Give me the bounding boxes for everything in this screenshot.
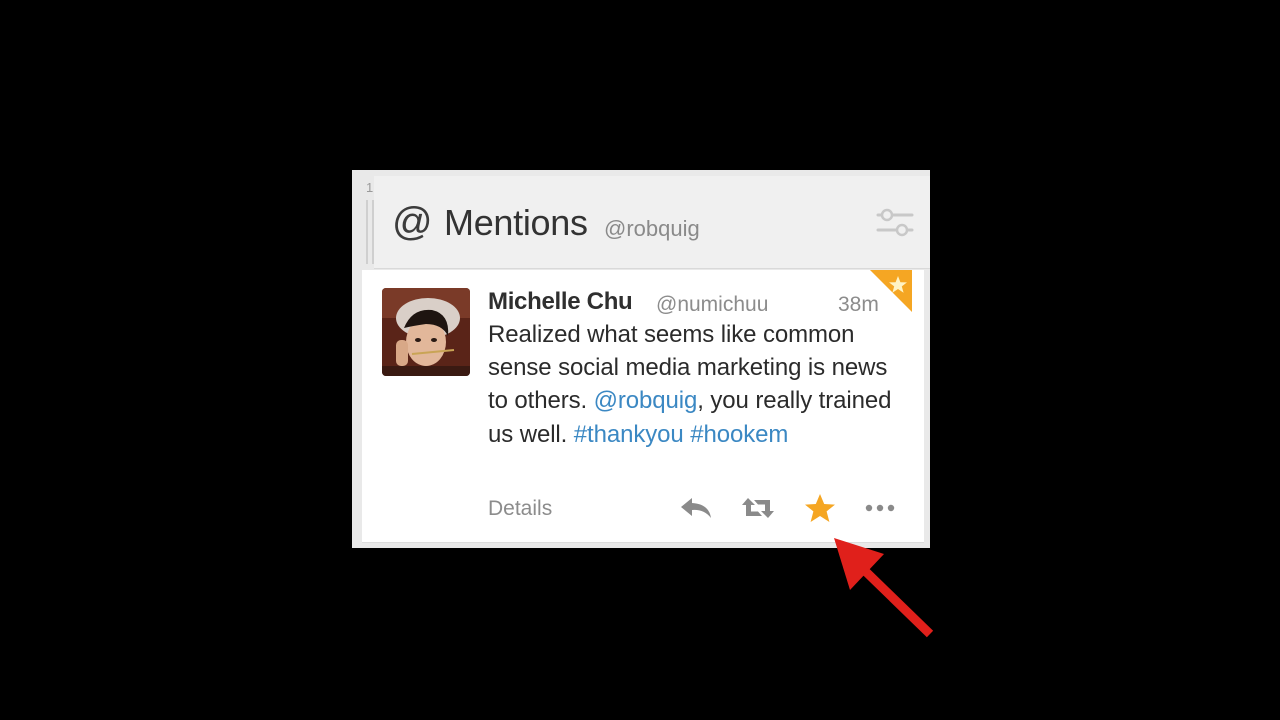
mentions-column: 1 @ Mentions @robquig Michelle Chu @numi… [352, 170, 930, 548]
red-arrow-annotation-icon [834, 538, 934, 638]
hashtag-link-hookem[interactable]: #hookem [690, 421, 788, 448]
at-icon: @ [392, 200, 433, 244]
column-drag-handle[interactable] [366, 200, 374, 264]
favorited-corner-badge-icon [870, 270, 912, 312]
mention-link[interactable]: @robquig [594, 387, 698, 414]
tweet-text: Realized what seems like common sense so… [488, 318, 908, 451]
more-icon[interactable] [862, 492, 898, 524]
tweet-item[interactable]: Michelle Chu @numichuu 38m Realized what… [362, 270, 924, 543]
column-title: Mentions [444, 202, 588, 243]
screen: 1 @ Mentions @robquig Michelle Chu @numi… [0, 0, 1280, 720]
details-link[interactable]: Details [488, 496, 552, 522]
favorite-star-icon[interactable] [802, 492, 838, 524]
column-header: @ Mentions @robquig [374, 176, 930, 269]
column-settings-icon[interactable] [876, 206, 914, 240]
reply-icon[interactable] [678, 492, 714, 524]
avatar[interactable] [382, 288, 470, 376]
retweet-icon[interactable] [740, 492, 776, 524]
author-name[interactable]: Michelle Chu [488, 288, 633, 316]
column-account-handle: @robquig [604, 216, 700, 241]
column-index: 1 [366, 180, 374, 195]
author-handle[interactable]: @numichuu [656, 292, 768, 318]
hashtag-link-thankyou[interactable]: #thankyou [574, 421, 684, 448]
